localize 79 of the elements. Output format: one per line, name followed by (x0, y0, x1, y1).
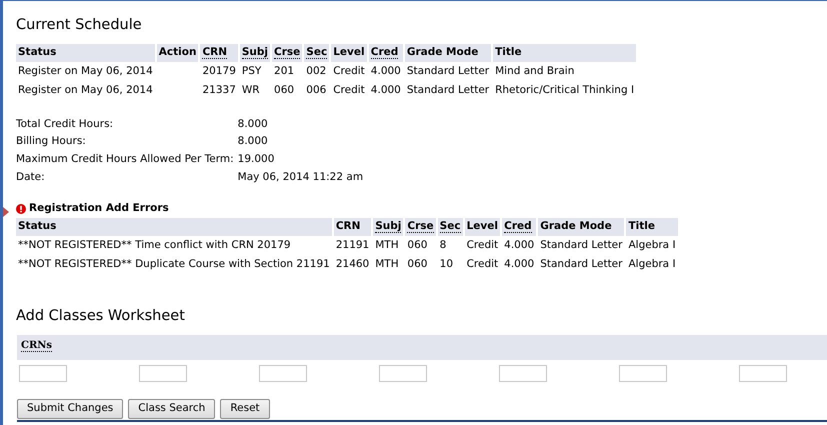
pointer-marker (3, 207, 9, 217)
column-header: Status (16, 44, 155, 62)
table-cell-text: Standard Letter (539, 238, 624, 254)
table-cell-text: Register on May 06, 2014 (17, 64, 154, 80)
table-cell-text: 8 (438, 238, 448, 254)
table-cell-text: 21460 (334, 256, 370, 272)
summary-label: Maximum Credit Hours Allowed Per Term: (15, 152, 235, 168)
table-cell-text: 060 (273, 82, 296, 98)
worksheet-header: CRNs (17, 335, 827, 360)
table-cell-text: 201 (273, 64, 296, 80)
column-header: Grade Mode (538, 218, 624, 236)
column-header: Sec (438, 218, 463, 236)
summary-label: Billing Hours: (15, 134, 87, 150)
crn-input-field[interactable] (619, 365, 667, 382)
table-cell-text: 4.000 (370, 82, 402, 98)
column-header: Status (16, 218, 332, 236)
table-cell-text: Standard Letter (406, 64, 490, 80)
column-header: CRN (334, 218, 372, 236)
table-cell-text: Algebra I (627, 238, 677, 254)
table-cell-text: 4.000 (503, 238, 536, 254)
column-header: Subj (240, 44, 270, 62)
crn-input-field[interactable] (139, 365, 187, 382)
table-cell-text: 002 (305, 64, 328, 80)
form-button[interactable]: Submit Changes (17, 399, 124, 419)
table-cell-text: 060 (406, 238, 428, 254)
section-title: Current Schedule (16, 17, 143, 34)
table-cell-text: MTH (374, 256, 400, 272)
table-cell-text: WR (240, 82, 261, 98)
table-cell-text: PSY (240, 64, 262, 80)
section-title: Add Classes Worksheet (16, 308, 186, 326)
table-cell-text: 21191 (334, 238, 370, 254)
column-header: Level (464, 218, 500, 236)
crn-input-field[interactable] (19, 365, 67, 382)
table-cell-text: 4.000 (503, 256, 536, 272)
column-header: Level (331, 44, 367, 62)
form-button[interactable]: Reset (220, 399, 270, 419)
error-heading: Registration Add Errors (29, 200, 169, 216)
table-cell-text: Credit (332, 82, 366, 98)
column-header: Crse (272, 44, 302, 62)
column-header: Grade Mode (404, 44, 492, 62)
summary-value: 19.000 (236, 152, 276, 168)
table-cell-text: 10 (438, 256, 454, 272)
column-header: Action (156, 44, 198, 62)
table-cell-text: 20179 (201, 64, 237, 80)
summary-value: 8.000 (236, 116, 269, 132)
table-cell-text: 4.000 (370, 64, 402, 80)
table-cell-text: Register on May 06, 2014 (17, 82, 154, 98)
summary-value: 8.000 (236, 134, 269, 150)
crn-input-field[interactable] (499, 365, 547, 382)
crn-input-field[interactable] (259, 365, 307, 382)
table-cell-text: Standard Letter (406, 82, 490, 98)
table-cell-text: **NOT REGISTERED** Duplicate Course with Section 21191 (17, 256, 331, 272)
form-button[interactable]: Class Search (128, 399, 216, 419)
table-cell-text: MTH (374, 238, 400, 254)
table-cell-text: 006 (305, 82, 328, 98)
table-cell-text: **NOT REGISTERED** Time conflict with CRN 20179 (17, 238, 292, 254)
column-header: Title (493, 44, 636, 62)
table-cell-text: Credit (466, 256, 500, 272)
crn-input-field[interactable] (379, 365, 427, 382)
summary-label: Date: (15, 170, 46, 185)
summary-value: May 06, 2014 11:22 am (236, 170, 364, 185)
column-header: CRN (200, 44, 238, 62)
column-header: Cred (368, 44, 403, 62)
table-cell-text: 21337 (201, 82, 237, 98)
table-cell-text: Credit (466, 238, 500, 254)
column-header: Sec (304, 44, 330, 62)
column-header: Cred (502, 218, 536, 236)
table-cell-text: Rhetoric/Critical Thinking I (494, 82, 636, 98)
table-cell-text: Algebra I (627, 256, 677, 272)
column-header: Subj (373, 218, 404, 236)
table-cell-text: Mind and Brain (494, 64, 576, 80)
table-cell-text: Standard Letter (539, 256, 624, 272)
crn-input-field[interactable] (739, 365, 787, 382)
summary-label: Total Credit Hours: (15, 116, 114, 132)
error-icon (16, 204, 26, 214)
column-header: Crse (405, 218, 436, 236)
table-cell-text: Credit (332, 64, 366, 80)
table-cell-text: 060 (406, 256, 428, 272)
column-header: Title (626, 218, 678, 236)
